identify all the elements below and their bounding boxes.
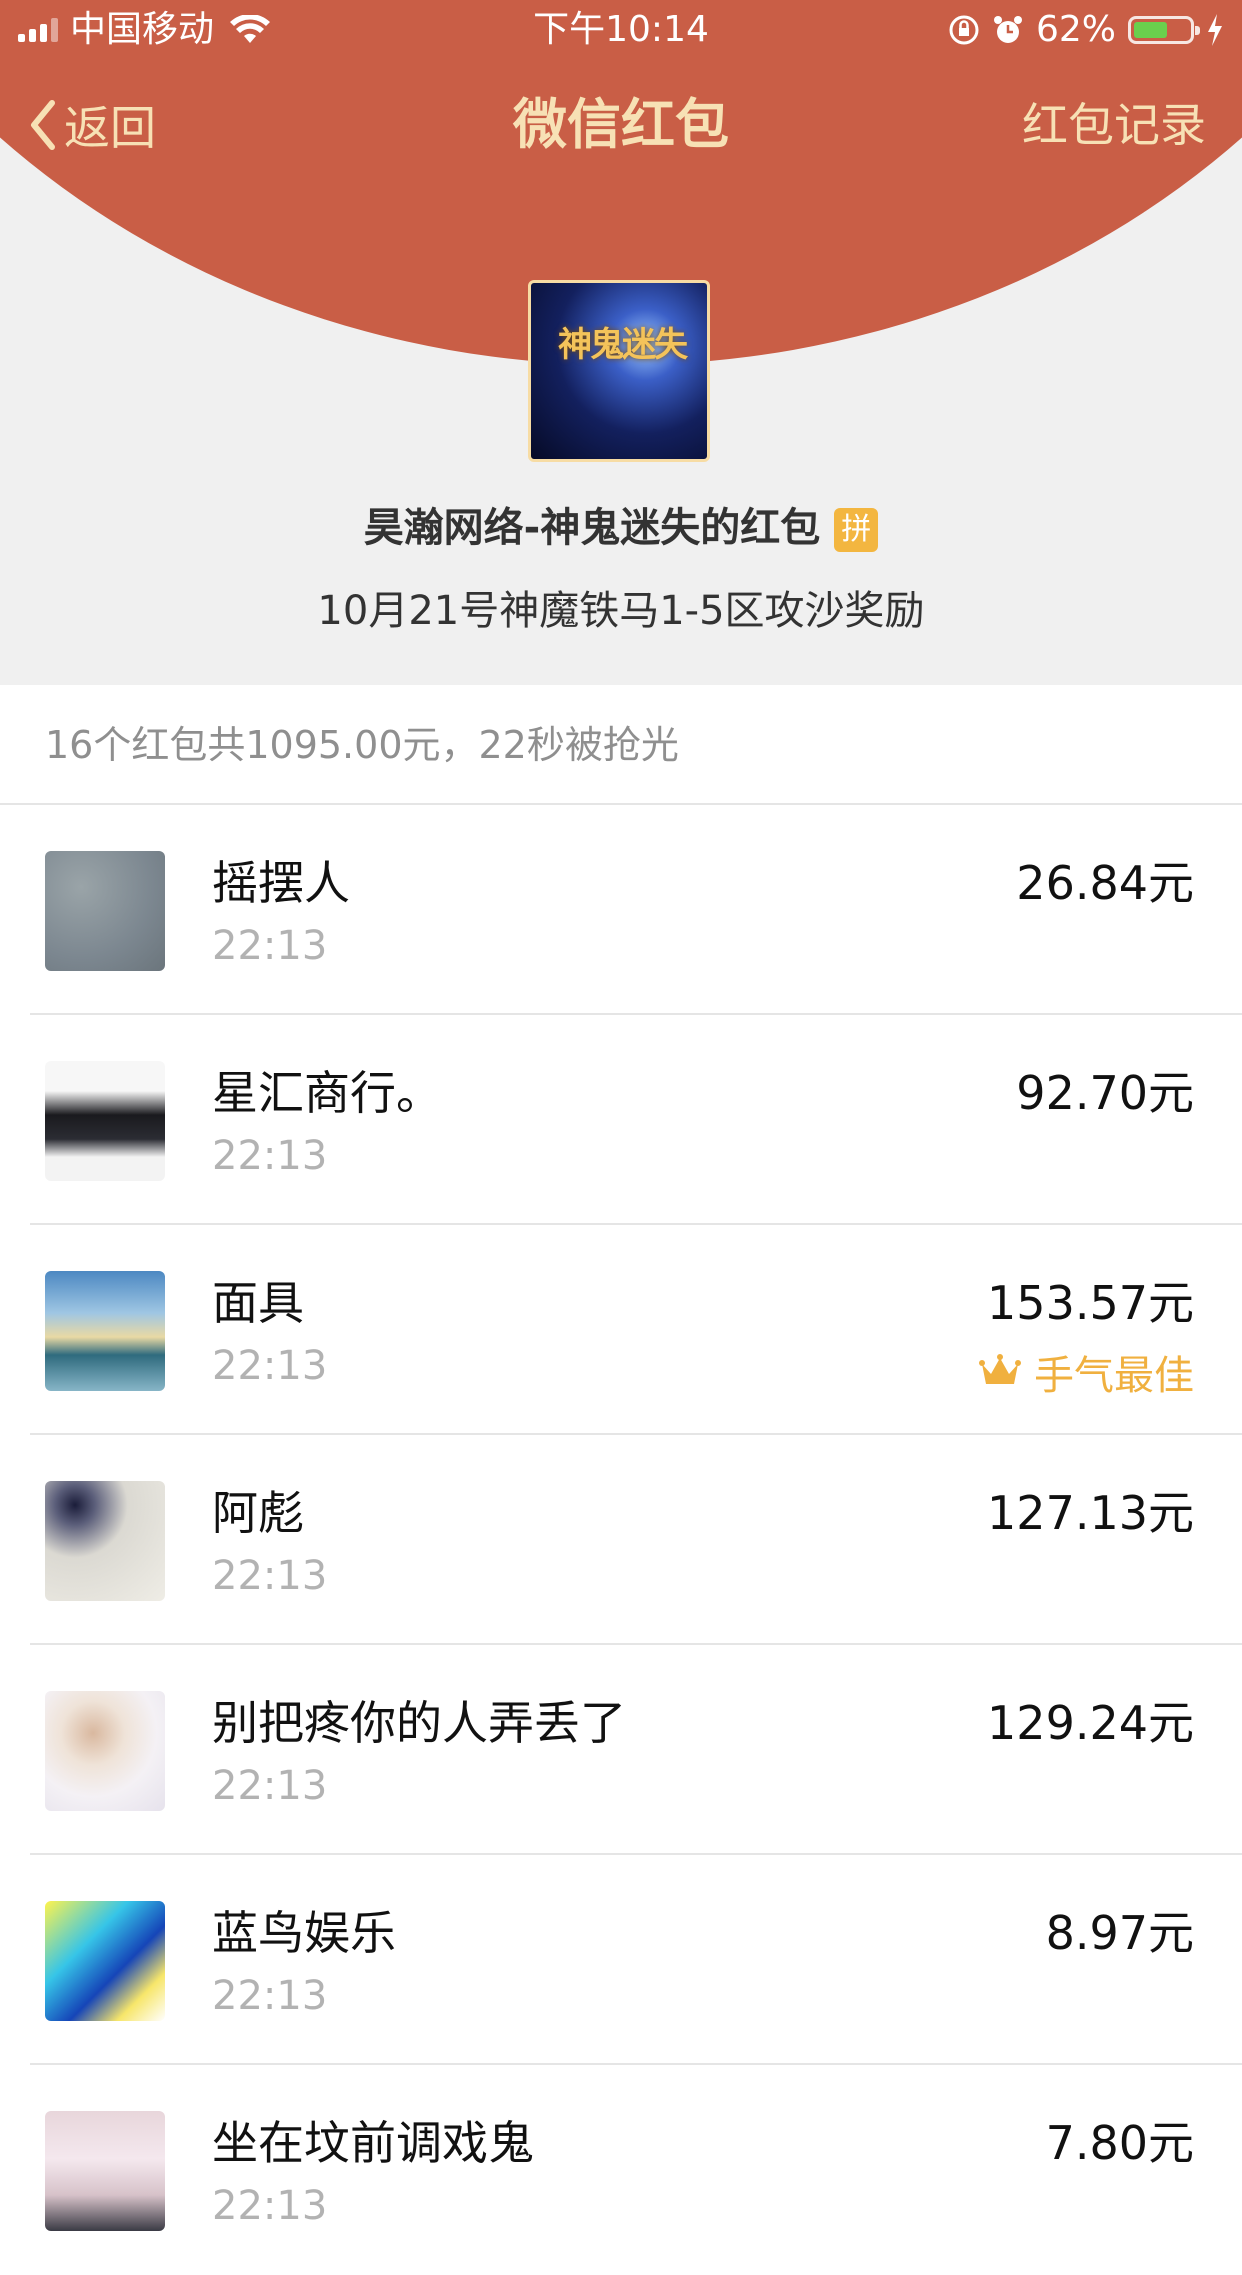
- grab-amount: 129.24元: [987, 1696, 1194, 1750]
- grab-amount: 92.70元: [1016, 1066, 1194, 1120]
- recipient-name: 面具: [212, 1276, 304, 1330]
- list-item[interactable]: 阿彪 22:13 127.13元: [0, 1435, 1242, 1645]
- crown-icon: [979, 1354, 1021, 1384]
- avatar[interactable]: [45, 1271, 165, 1391]
- packet-sender-label: 昊瀚网络-神鬼迷失的红包: [363, 505, 821, 551]
- recipient-name: 蓝鸟娱乐: [212, 1906, 396, 1960]
- grab-time: 22:13: [212, 1343, 328, 1389]
- status-bar: 中国移动 下午10:14 62%: [0, 0, 1242, 60]
- list-item[interactable]: 星汇商行。 22:13 92.70元: [0, 1015, 1242, 1225]
- avatar[interactable]: [45, 2111, 165, 2231]
- list-item[interactable]: 蓝鸟娱乐 22:13 8.97元: [0, 1855, 1242, 2065]
- grab-amount: 8.97元: [1045, 1906, 1194, 1960]
- list-item[interactable]: 面具 22:13 153.57元 手气最佳: [0, 1225, 1242, 1435]
- grab-amount: 153.57元: [987, 1276, 1194, 1330]
- grab-time: 22:13: [212, 923, 328, 969]
- grab-time: 22:13: [212, 1763, 328, 1809]
- recipient-list: 摇摆人 22:13 26.84元 星汇商行。 22:13 92.70元 面具 2…: [0, 805, 1242, 2275]
- sender-avatar-logo: 神鬼迷失: [558, 325, 688, 365]
- alarm-icon: [993, 16, 1022, 43]
- avatar[interactable]: [45, 1901, 165, 2021]
- recipient-name: 阿彪: [212, 1486, 304, 1540]
- recipient-name: 坐在坟前调戏鬼: [212, 2116, 534, 2170]
- best-luck-label: 手气最佳: [1034, 1353, 1194, 1399]
- red-packet-records-link[interactable]: 红包记录: [1022, 80, 1206, 170]
- grab-time: 22:13: [212, 2183, 328, 2229]
- packet-summary: 16个红包共1095.00元，22秒被抢光: [0, 685, 1242, 805]
- grab-time: 22:13: [212, 1553, 328, 1599]
- avatar[interactable]: [45, 1691, 165, 1811]
- grab-time: 22:13: [212, 1973, 328, 2019]
- list-item[interactable]: 别把疼你的人弄丢了 22:13 129.24元: [0, 1645, 1242, 1855]
- battery-percent: 62%: [1035, 9, 1116, 50]
- list-item[interactable]: 摇摆人 22:13 26.84元: [0, 805, 1242, 1015]
- grab-amount: 127.13元: [987, 1486, 1194, 1540]
- group-packet-badge: 拼: [834, 508, 879, 552]
- battery-icon: [1128, 16, 1200, 44]
- avatar[interactable]: [45, 1061, 165, 1181]
- packet-greeting: 10月21号神魔铁马1-5区攻沙奖励: [317, 588, 925, 634]
- charging-bolt-icon: [1208, 14, 1222, 46]
- sender-avatar[interactable]: 神鬼迷失: [528, 280, 710, 462]
- red-packet-header: 中国移动 下午10:14 62% 返回 微信红包 红包记录 神鬼迷失 昊瀚网络-…: [0, 0, 1242, 685]
- rotation-lock-icon: [949, 15, 979, 45]
- avatar[interactable]: [45, 851, 165, 971]
- grab-amount: 26.84元: [1016, 856, 1194, 910]
- avatar[interactable]: [45, 1481, 165, 1601]
- recipient-name: 星汇商行。: [212, 1066, 442, 1120]
- best-luck-tag: 手气最佳: [978, 1343, 1194, 1401]
- list-item[interactable]: 坐在坟前调戏鬼 22:13 7.80元: [0, 2065, 1242, 2275]
- recipient-name: 摇摆人: [212, 856, 350, 910]
- recipient-name: 别把疼你的人弄丢了: [212, 1696, 626, 1750]
- nav-bar: 返回 微信红包 红包记录: [0, 80, 1242, 170]
- packet-sender: 昊瀚网络-神鬼迷失的红包拼: [0, 495, 1242, 553]
- grab-amount: 7.80元: [1045, 2116, 1194, 2170]
- grab-time: 22:13: [212, 1133, 328, 1179]
